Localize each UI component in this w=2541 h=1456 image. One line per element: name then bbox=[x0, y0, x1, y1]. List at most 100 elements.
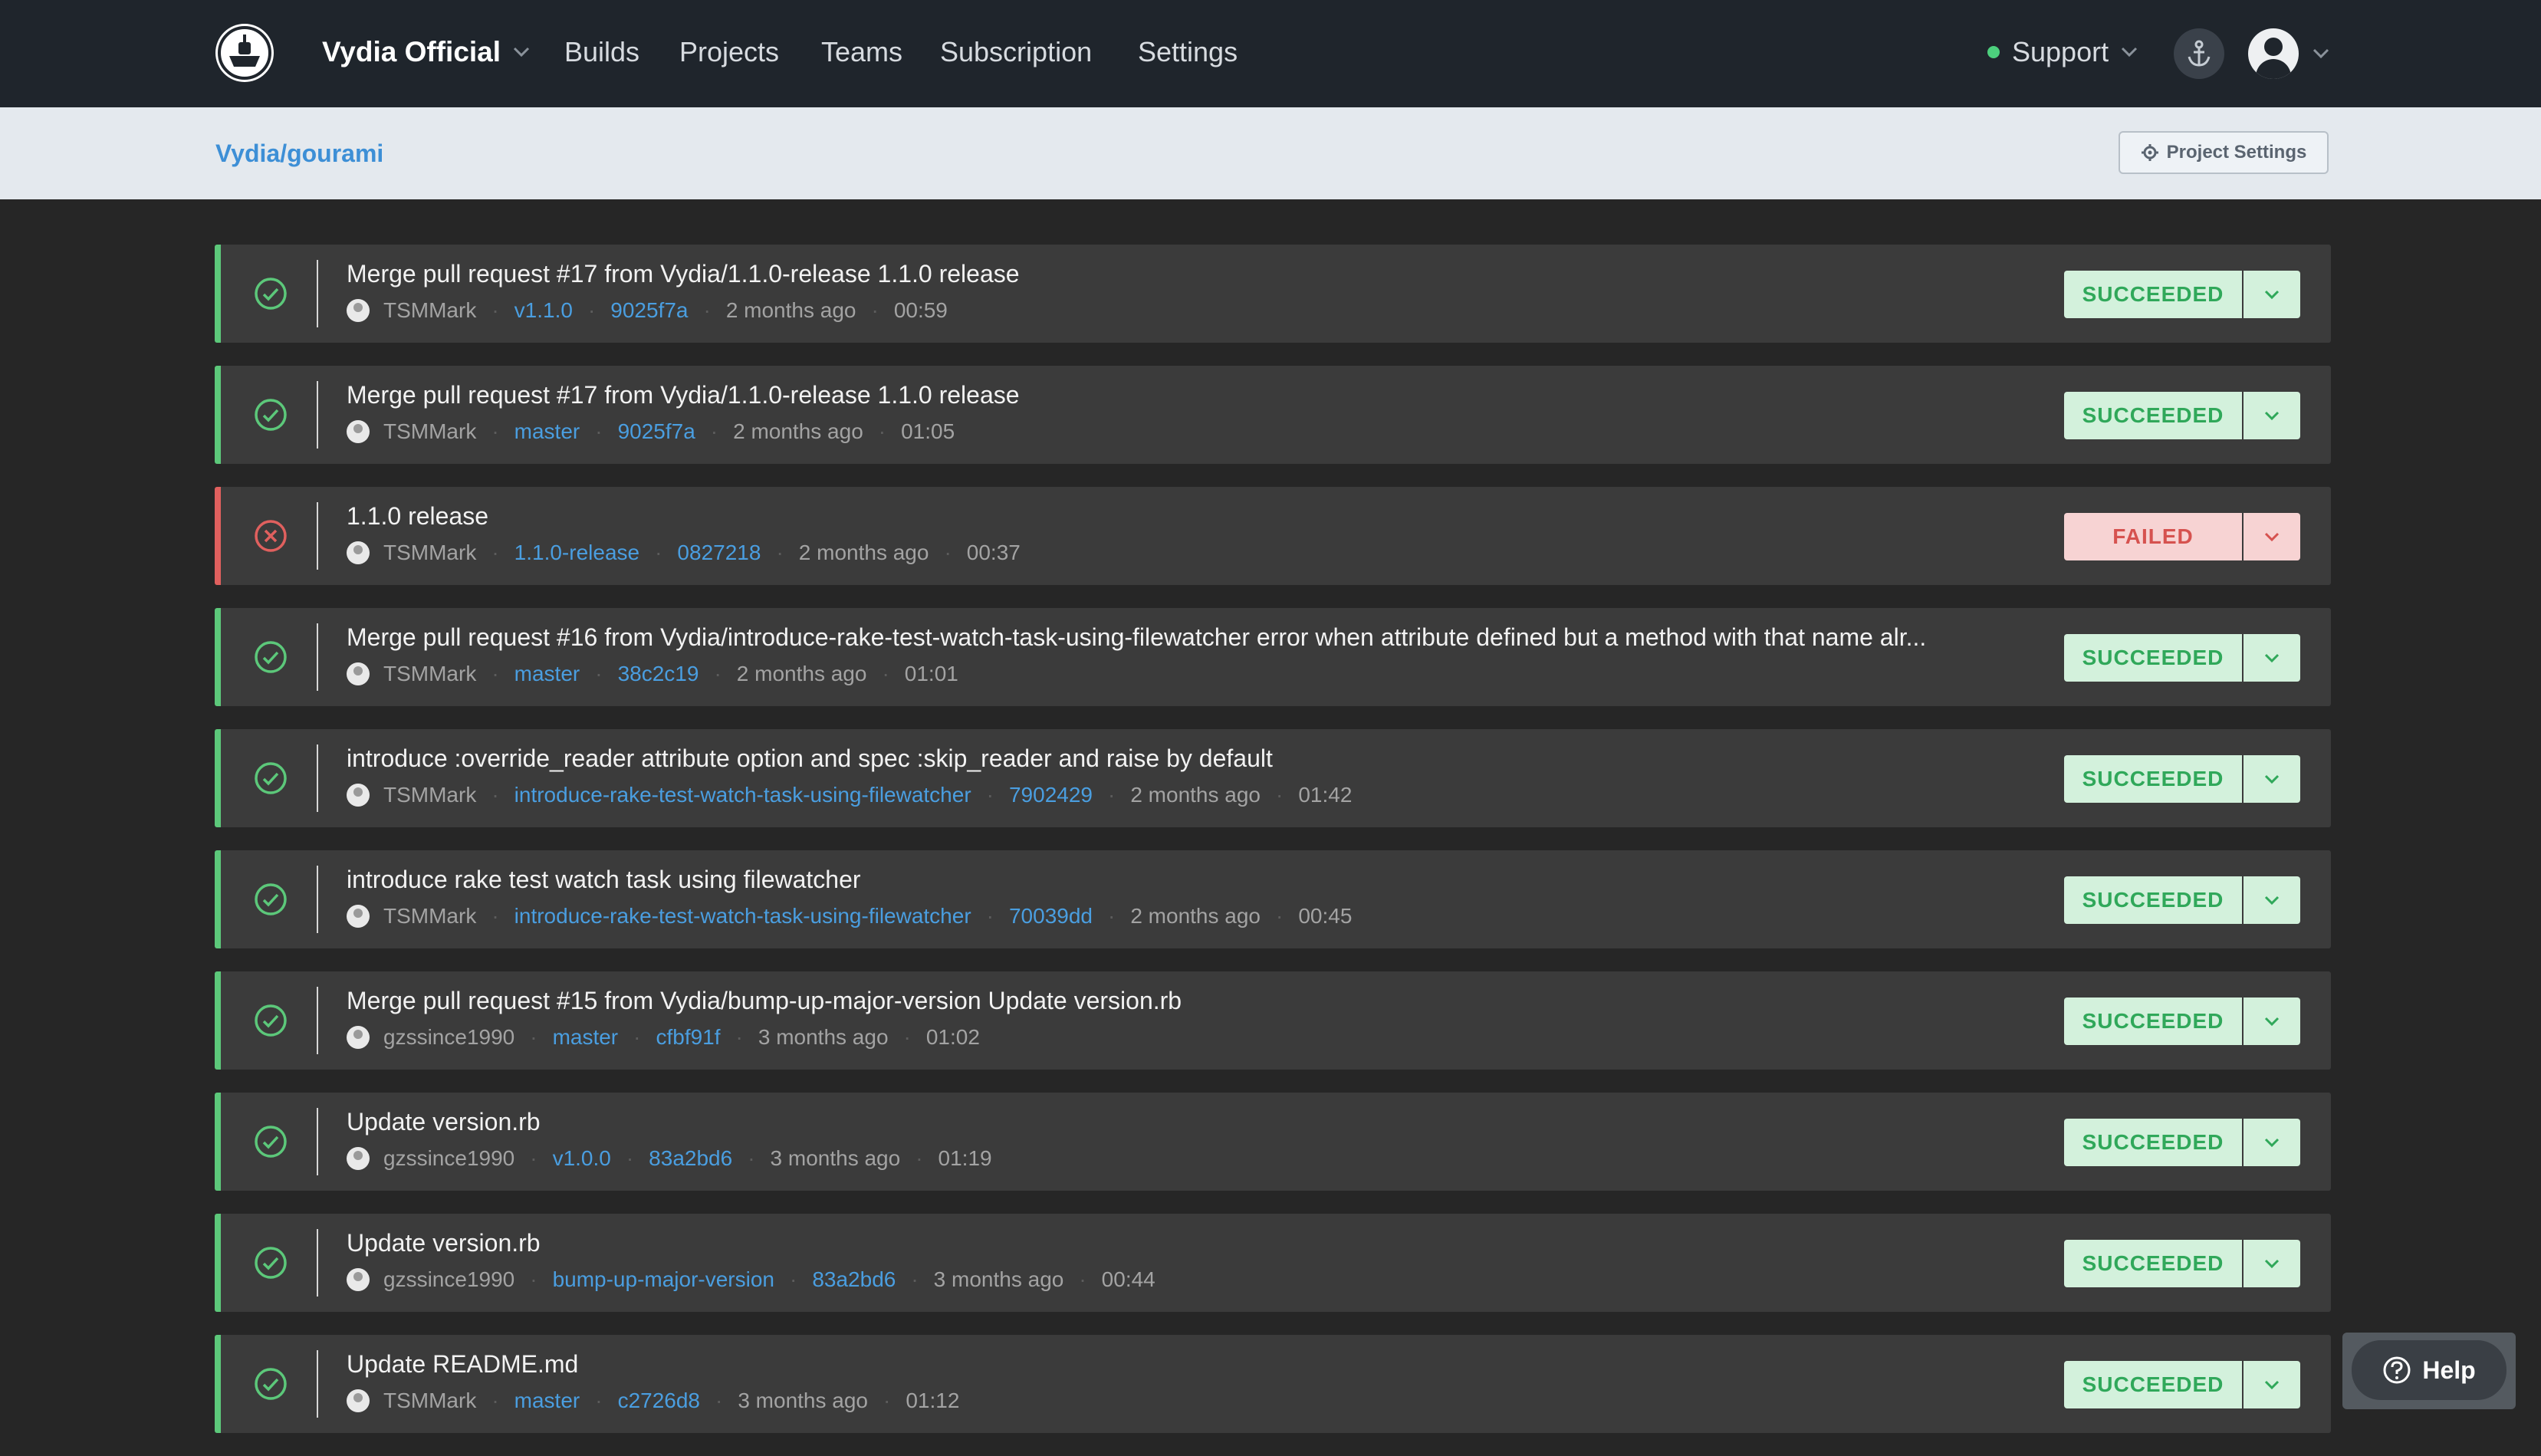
commit-sha-link[interactable]: 83a2bd6 bbox=[812, 1267, 896, 1292]
commit-sha-link[interactable]: 70039dd bbox=[1009, 904, 1093, 928]
build-title[interactable]: Update README.md bbox=[347, 1350, 2033, 1379]
build-row[interactable]: 1.1.0 release TSMMark · 1.1.0-release · … bbox=[215, 487, 2331, 585]
chevron-down-icon bbox=[2313, 48, 2329, 59]
commit-sha-link[interactable]: c2726d8 bbox=[618, 1389, 700, 1413]
build-actions-dropdown[interactable] bbox=[2244, 755, 2300, 803]
row-divider bbox=[317, 623, 318, 691]
nav-projects[interactable]: Projects bbox=[679, 0, 779, 104]
build-title[interactable]: 1.1.0 release bbox=[347, 502, 2033, 531]
build-status-button[interactable]: SUCCEEDED bbox=[2064, 1361, 2242, 1408]
build-actions-dropdown[interactable] bbox=[2244, 998, 2300, 1045]
commit-sha-link[interactable]: 9025f7a bbox=[610, 298, 688, 323]
build-row[interactable]: Merge pull request #17 from Vydia/1.1.0-… bbox=[215, 366, 2331, 464]
nav-builds[interactable]: Builds bbox=[564, 0, 639, 104]
build-status-button[interactable]: FAILED bbox=[2064, 513, 2242, 560]
build-status-button[interactable]: SUCCEEDED bbox=[2064, 634, 2242, 682]
commit-sha-link[interactable]: 9025f7a bbox=[618, 419, 695, 444]
status-icon bbox=[253, 882, 288, 917]
build-title[interactable]: Update version.rb bbox=[347, 1108, 2033, 1136]
build-actions-dropdown[interactable] bbox=[2244, 271, 2300, 318]
commit-sha-link[interactable]: cfbf91f bbox=[656, 1025, 720, 1050]
support-menu[interactable]: Support bbox=[1987, 0, 2138, 104]
build-row[interactable]: Merge pull request #17 from Vydia/1.1.0-… bbox=[215, 245, 2331, 343]
build-title[interactable]: Merge pull request #17 from Vydia/1.1.0-… bbox=[347, 381, 2033, 409]
build-row[interactable]: introduce :override_reader attribute opt… bbox=[215, 729, 2331, 827]
build-status-button[interactable]: SUCCEEDED bbox=[2064, 1240, 2242, 1287]
separator: · bbox=[1276, 783, 1284, 807]
build-ref-link[interactable]: master bbox=[514, 662, 580, 686]
commit-sha-link[interactable]: 7902429 bbox=[1009, 783, 1093, 807]
build-title[interactable]: introduce :override_reader attribute opt… bbox=[347, 744, 2033, 773]
separator: · bbox=[903, 1025, 911, 1049]
build-row[interactable]: Merge pull request #16 from Vydia/introd… bbox=[215, 608, 2331, 706]
project-settings-button[interactable]: Project Settings bbox=[2119, 131, 2329, 174]
deploy-anchor-button[interactable] bbox=[2174, 28, 2224, 79]
author-avatar bbox=[347, 1147, 370, 1170]
build-row[interactable]: introduce rake test watch task using fil… bbox=[215, 850, 2331, 948]
commit-sha-link[interactable]: 0827218 bbox=[677, 541, 761, 565]
build-status-button[interactable]: SUCCEEDED bbox=[2064, 1119, 2242, 1166]
build-ref-link[interactable]: v1.0.0 bbox=[553, 1146, 611, 1171]
support-label: Support bbox=[2012, 36, 2109, 67]
build-status-button[interactable]: SUCCEEDED bbox=[2064, 755, 2242, 803]
build-actions-dropdown[interactable] bbox=[2244, 1361, 2300, 1408]
separator: · bbox=[491, 298, 499, 322]
commit-sha-link[interactable]: 38c2c19 bbox=[618, 662, 699, 686]
nav-settings[interactable]: Settings bbox=[1138, 0, 1238, 104]
build-title[interactable]: Merge pull request #16 from Vydia/introd… bbox=[347, 623, 2033, 652]
help-widget: Help bbox=[2342, 1333, 2516, 1409]
separator: · bbox=[530, 1267, 537, 1291]
separator: · bbox=[491, 541, 499, 564]
separator: · bbox=[595, 1389, 603, 1412]
nav-subscription[interactable]: Subscription bbox=[940, 0, 1092, 104]
build-ref-link[interactable]: master bbox=[553, 1025, 619, 1050]
build-duration: 01:02 bbox=[925, 1025, 980, 1049]
build-title[interactable]: Merge pull request #15 from Vydia/bump-u… bbox=[347, 987, 2033, 1015]
separator: · bbox=[735, 1025, 743, 1049]
app-logo-icon[interactable] bbox=[215, 24, 274, 82]
build-status-button[interactable]: SUCCEEDED bbox=[2064, 271, 2242, 318]
separator: · bbox=[790, 1267, 797, 1291]
build-status-button[interactable]: SUCCEEDED bbox=[2064, 998, 2242, 1045]
build-actions-dropdown[interactable] bbox=[2244, 876, 2300, 924]
breadcrumb[interactable]: Vydia/gourami bbox=[215, 107, 383, 199]
build-ref-link[interactable]: 1.1.0-release bbox=[514, 541, 639, 565]
status-icon bbox=[253, 1003, 288, 1038]
build-actions-dropdown[interactable] bbox=[2244, 634, 2300, 682]
org-switcher[interactable]: Vydia Official bbox=[322, 0, 530, 104]
build-title[interactable]: Merge pull request #17 from Vydia/1.1.0-… bbox=[347, 260, 2033, 288]
user-menu[interactable] bbox=[2248, 27, 2329, 81]
separator: · bbox=[986, 904, 994, 928]
build-actions-dropdown[interactable] bbox=[2244, 513, 2300, 560]
build-status-button[interactable]: SUCCEEDED bbox=[2064, 876, 2242, 924]
build-age: 3 months ago bbox=[933, 1267, 1064, 1291]
build-meta: TSMMark · 1.1.0-release · 0827218 · 2 mo… bbox=[347, 539, 1021, 567]
build-ref-link[interactable]: master bbox=[514, 419, 580, 444]
build-row[interactable]: Merge pull request #15 from Vydia/bump-u… bbox=[215, 971, 2331, 1070]
build-row[interactable]: Update version.rb gzssince1990 · v1.0.0 … bbox=[215, 1093, 2331, 1191]
status-icon bbox=[253, 1245, 288, 1280]
build-author: TSMMark bbox=[383, 419, 477, 443]
separator: · bbox=[491, 1389, 499, 1412]
build-ref-link[interactable]: v1.1.0 bbox=[514, 298, 573, 323]
build-ref-link[interactable]: introduce-rake-test-watch-task-using-fil… bbox=[514, 904, 971, 928]
build-ref-link[interactable]: introduce-rake-test-watch-task-using-fil… bbox=[514, 783, 971, 807]
build-title[interactable]: Update version.rb bbox=[347, 1229, 2033, 1257]
commit-sha-link[interactable]: 83a2bd6 bbox=[649, 1146, 732, 1171]
build-duration: 00:45 bbox=[1298, 904, 1353, 928]
build-row[interactable]: Update version.rb gzssince1990 · bump-up… bbox=[215, 1214, 2331, 1312]
build-ref-link[interactable]: master bbox=[514, 1389, 580, 1413]
build-actions-dropdown[interactable] bbox=[2244, 392, 2300, 439]
nav-teams[interactable]: Teams bbox=[821, 0, 902, 104]
build-actions-dropdown[interactable] bbox=[2244, 1240, 2300, 1287]
build-ref-link[interactable]: bump-up-major-version bbox=[553, 1267, 774, 1292]
build-meta: TSMMark · introduce-rake-test-watch-task… bbox=[347, 781, 1352, 809]
build-row[interactable]: Update README.md TSMMark · master · c272… bbox=[215, 1335, 2331, 1433]
author-avatar bbox=[347, 1026, 370, 1049]
help-button[interactable]: Help bbox=[2352, 1340, 2506, 1400]
build-age: 3 months ago bbox=[770, 1146, 901, 1170]
build-actions-dropdown[interactable] bbox=[2244, 1119, 2300, 1166]
build-status-button[interactable]: SUCCEEDED bbox=[2064, 392, 2242, 439]
build-title[interactable]: introduce rake test watch task using fil… bbox=[347, 866, 2033, 894]
build-duration: 01:01 bbox=[904, 662, 958, 685]
